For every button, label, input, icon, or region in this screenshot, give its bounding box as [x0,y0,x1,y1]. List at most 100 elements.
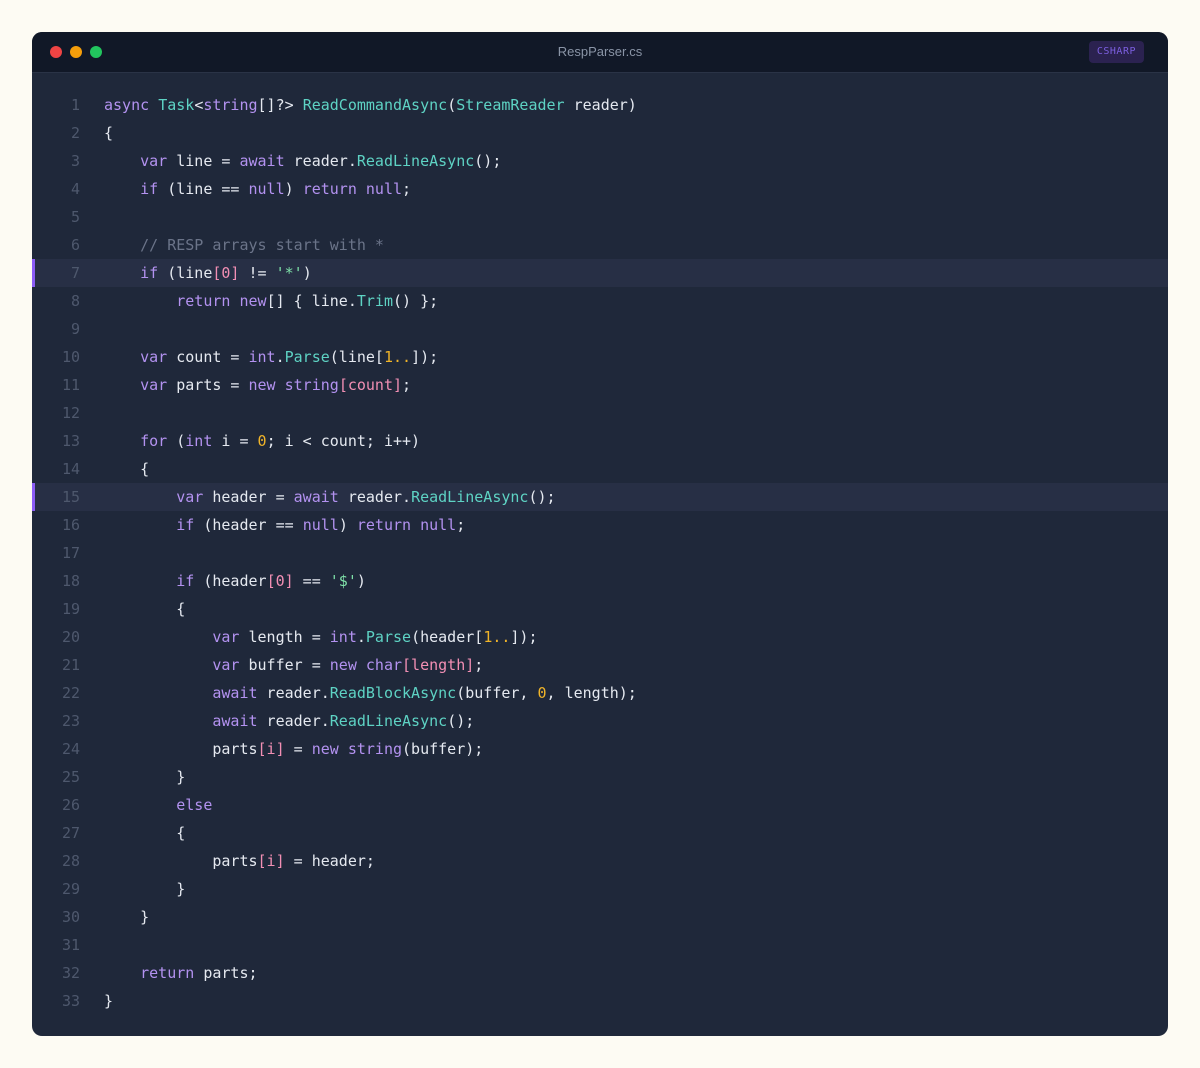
code-token: new [329,656,357,674]
code-token: } [104,768,186,786]
code-token: , length); [546,684,637,702]
code-line[interactable]: 6 // RESP arrays start with * [32,231,1168,259]
code-token: ReadBlockAsync [329,684,457,702]
code-line[interactable]: 12 [32,399,1168,427]
line-number: 32 [61,964,80,982]
code-token: { [104,824,186,842]
line-number: 6 [70,236,80,254]
code-line[interactable]: 1 async Task<string[]?> ReadCommandAsync(… [32,91,1168,119]
code-token: new [239,292,267,310]
code-token: [0] [266,572,294,590]
code-line[interactable]: 9 [32,315,1168,343]
code-text: return new[] { line.Trim() }; [104,287,438,315]
line-number: 29 [61,880,80,898]
code-line[interactable]: 28 parts[i] = header; [32,847,1168,875]
code-line[interactable]: 33} [32,987,1168,1015]
line-number: 33 [61,992,80,1010]
code-text: if (line[0] != '*') [104,259,312,287]
code-token: reader. [284,152,357,170]
code-token: var [212,656,240,674]
code-token: ( [167,432,186,450]
code-token: return [302,180,357,198]
code-line[interactable]: 14 { [32,455,1168,483]
code-line[interactable]: 7 if (line[0] != '*') [32,259,1168,287]
code-token: null [365,180,403,198]
code-token: '*' [275,264,303,282]
code-line[interactable]: 2{ [32,119,1168,147]
code-line[interactable]: 16 if (header == null) return null; [32,511,1168,539]
code-text: var parts = new string[count]; [104,371,411,399]
code-token: Trim [356,292,393,310]
code-text: var length = int.Parse(header[1..]); [104,623,537,651]
code-token: return [176,292,231,310]
code-token: for [140,432,168,450]
code-token: ; [402,180,412,198]
code-area[interactable]: 1 async Task<string[]?> ReadCommandAsync(… [32,91,1168,1015]
code-line[interactable]: 27 { [32,819,1168,847]
code-text: var count = int.Parse(line[1..]); [104,343,438,371]
code-text: async Task<string[]?> ReadCommandAsync(S… [104,91,637,119]
code-token: == [293,572,330,590]
code-line[interactable]: 18 if (header[0] == '$') [32,567,1168,595]
code-token: ReadLineAsync [356,152,475,170]
code-text: // RESP arrays start with * [104,231,384,259]
line-number: 12 [61,404,80,422]
code-text: } [104,763,185,791]
code-line[interactable]: 29 } [32,875,1168,903]
code-token: ReadLineAsync [329,712,448,730]
code-line[interactable]: 8 return new[] { line.Trim() }; [32,287,1168,315]
code-line[interactable]: 3 var line = await reader.ReadLineAsync(… [32,147,1168,175]
code-line[interactable]: 25 } [32,763,1168,791]
code-token: if [176,516,195,534]
code-line[interactable]: 20 var length = int.Parse(header[1..]); [32,623,1168,651]
line-number: 3 [70,152,80,170]
code-token: < [194,96,204,114]
code-token: [length] [402,656,475,674]
code-line[interactable]: 5 [32,203,1168,231]
code-token: reader. [257,684,330,702]
code-line[interactable]: 32 return parts; [32,959,1168,987]
code-text: var header = await reader.ReadLineAsync(… [104,483,555,511]
code-line[interactable]: 4 if (line == null) return null; [32,175,1168,203]
code-token: reader. [338,488,412,506]
code-token: ; [474,656,484,674]
code-line[interactable]: 17 [32,539,1168,567]
code-token: string [203,96,258,114]
code-token: ReadCommandAsync [302,96,448,114]
code-token: 0 [257,432,267,450]
code-token: Task [158,96,195,114]
code-token: ) [338,516,357,534]
code-line[interactable]: 26 else [32,791,1168,819]
code-text: await reader.ReadLineAsync(); [104,707,474,735]
code-line[interactable]: 13 for (int i = 0; i < count; i++) [32,427,1168,455]
code-token: Parse [284,348,330,366]
code-token: != [239,264,276,282]
code-token: header = [203,488,294,506]
code-line[interactable]: 30 } [32,903,1168,931]
code-line[interactable]: 10 var count = int.Parse(line[1..]); [32,343,1168,371]
code-line[interactable]: 22 await reader.ReadBlockAsync(buffer, 0… [32,679,1168,707]
code-token: [0] [212,264,240,282]
code-line[interactable]: 21 var buffer = new char[length]; [32,651,1168,679]
code-token: line = [167,152,240,170]
code-token: buffer = [239,656,330,674]
code-line[interactable]: 15 var header = await reader.ReadLineAsy… [32,483,1168,511]
line-number: 9 [70,320,80,338]
code-line[interactable]: 24 parts[i] = new string(buffer); [32,735,1168,763]
code-token: int [248,348,276,366]
code-line[interactable]: 23 await reader.ReadLineAsync(); [32,707,1168,735]
code-token: parts [104,740,258,758]
code-token: ; [402,376,412,394]
code-line[interactable]: 31 [32,931,1168,959]
code-token: [i] [257,852,285,870]
code-line[interactable]: 19 { [32,595,1168,623]
code-token: StreamReader [456,96,565,114]
line-number: 7 [70,264,80,282]
line-number: 16 [61,516,80,534]
code-line[interactable]: 11 var parts = new string[count]; [32,371,1168,399]
